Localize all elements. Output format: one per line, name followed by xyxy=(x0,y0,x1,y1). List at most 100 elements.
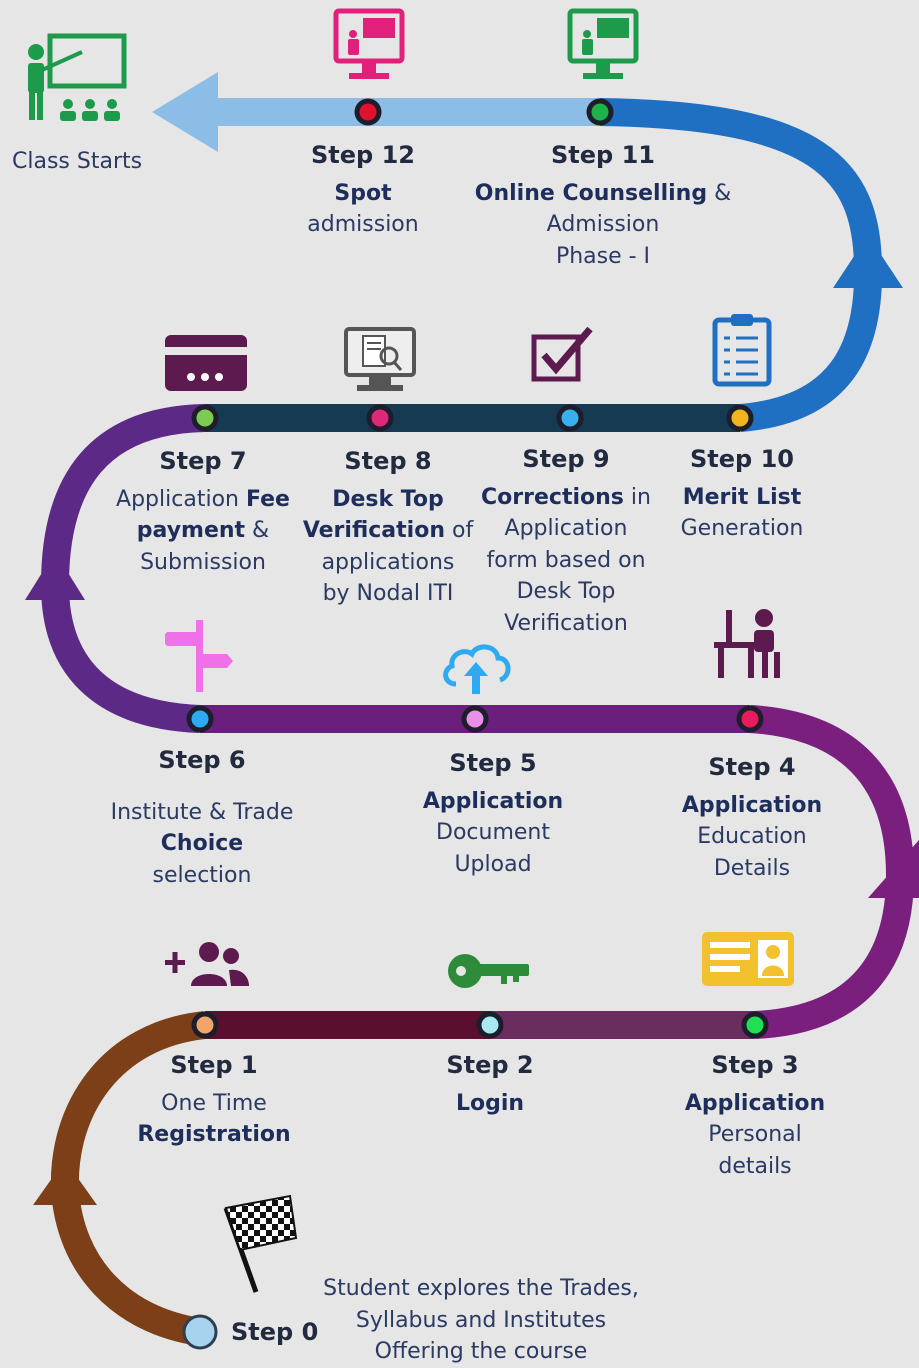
direction-arrow-up-top-right xyxy=(833,235,903,288)
step-block-step8: Step 8 Desk Top Verification of application… xyxy=(303,446,473,610)
step-marker-step10 xyxy=(726,404,754,432)
step-title: Step 2 xyxy=(446,1051,534,1079)
step-block-step0-description: Student explores the Trades, Syllabus and… xyxy=(323,1273,639,1368)
step-text: Details xyxy=(713,855,791,881)
step-title: Step 7 xyxy=(159,447,247,475)
step-keyword: Desk Top xyxy=(332,486,444,512)
step-description-line: by Nodal ITI xyxy=(303,578,473,610)
step-text: & xyxy=(245,518,270,543)
step-text: Personal xyxy=(708,1122,802,1147)
step-text: Document xyxy=(436,820,550,845)
step-keyword: Application xyxy=(422,788,564,814)
step-block-step12: Step 12 Spot admission xyxy=(307,140,418,241)
step-description-line: form based on xyxy=(481,545,651,577)
step-text: Application xyxy=(504,516,628,541)
step-description-line: Verification xyxy=(481,608,651,640)
step-marker-step1 xyxy=(191,1011,219,1039)
step-description-line: Student explores the Trades, xyxy=(323,1273,639,1305)
step-description-line: Spot xyxy=(307,178,418,210)
step-keyword: Registration xyxy=(137,1122,291,1147)
step-description-line: Details xyxy=(682,853,822,885)
step-description-line: Personal xyxy=(685,1119,825,1151)
step-text: Education xyxy=(697,824,807,849)
credit-card-icon xyxy=(165,335,247,391)
step-title: Step 8 xyxy=(344,447,432,475)
step-description-line: payment & xyxy=(116,515,290,547)
step-title: Step 0 xyxy=(231,1318,319,1346)
step-title: Step 1 xyxy=(170,1051,258,1079)
step-text: Institute & Trade xyxy=(110,799,294,825)
step-keyword: payment xyxy=(136,518,246,543)
step-description-line: Application xyxy=(685,1088,825,1120)
step-block-step1: Step 1 One Time Registration xyxy=(137,1050,290,1151)
monitor-presentation-icon xyxy=(567,8,639,79)
step-description-line: Desk Top xyxy=(303,484,473,516)
step-text: & xyxy=(707,180,732,206)
step-text: of xyxy=(444,518,474,543)
step-description-line: Application xyxy=(423,786,563,818)
id-card-icon xyxy=(702,932,794,986)
step-description-line: Syllabus and Institutes xyxy=(323,1305,639,1337)
step-block-step7: Step 7 Application Fee payment & Submission xyxy=(116,446,290,578)
step-keyword: Corrections xyxy=(481,484,624,510)
step-text: by Nodal ITI xyxy=(322,581,454,606)
step-text: Application xyxy=(116,486,246,512)
step-text: Verification xyxy=(504,610,628,636)
step-keyword: Verification xyxy=(302,518,445,543)
step-title: Step 3 xyxy=(711,1051,799,1079)
step-title: Step 10 xyxy=(690,445,794,473)
step-description-line: Application Fee xyxy=(116,484,290,516)
step-block-step6: Step 6 Institute & Trade Choice selection xyxy=(111,745,294,891)
step-marker-step9 xyxy=(556,404,584,432)
step-description-line: Document xyxy=(423,817,563,849)
step-keyword: Merit List xyxy=(682,484,802,510)
classroom-teacher-icon xyxy=(28,33,127,121)
direction-arrow-left-end xyxy=(152,72,218,152)
step-marker-step3 xyxy=(741,1011,769,1039)
step-block-step2: Step 2 Login xyxy=(446,1050,533,1119)
step-description-line: One Time xyxy=(137,1088,290,1120)
step-block-step11: Step 11 Online Counselling & Admission Phas… xyxy=(475,140,731,272)
step-description-line: applications xyxy=(303,547,473,579)
step-keyword: Online Counselling xyxy=(474,180,708,206)
step-description-line: Phase - I xyxy=(475,241,731,273)
step-text: Desk Top xyxy=(516,579,616,604)
step-block-step0-title: Step 0 xyxy=(231,1317,318,1350)
add-user-icon xyxy=(165,942,249,986)
key-icon xyxy=(448,954,529,988)
step-description-line: Education xyxy=(682,821,822,853)
step-marker-step5 xyxy=(461,705,489,733)
step-description-line: admission xyxy=(307,209,418,241)
step-title: Step 4 xyxy=(708,753,796,781)
step-block-step9: Step 9 Corrections in Application form base… xyxy=(481,444,651,639)
step-description-line: Generation xyxy=(681,513,804,545)
checkered-flag-icon xyxy=(223,1194,298,1293)
step-text: admission xyxy=(307,212,419,237)
direction-arrow-up-left xyxy=(33,1160,97,1205)
step-description-line: Login xyxy=(446,1088,533,1120)
step-title: Step 6 xyxy=(158,746,246,774)
step-block-step5: Step 5 Application Document Upload xyxy=(423,748,563,880)
clipboard-list-icon xyxy=(712,314,772,387)
step-text: Upload xyxy=(454,851,532,877)
step-text: Student explores the Trades, xyxy=(323,1276,639,1301)
step-description-line: Submission xyxy=(116,547,290,579)
step-keyword: Login xyxy=(455,1090,525,1116)
step-block-step3: Step 3 Application Personal details xyxy=(685,1050,825,1182)
step-text: in xyxy=(623,484,651,510)
step-marker-step12 xyxy=(354,98,382,126)
step-marker-step0 xyxy=(182,1314,218,1350)
step-description-line: Application xyxy=(682,790,822,822)
cloud-upload-icon xyxy=(443,644,511,694)
step-description-line: Application xyxy=(481,513,651,545)
step-description-line: Desk Top xyxy=(481,576,651,608)
step-description-line: Online Counselling & xyxy=(475,178,731,210)
step-description-line: Upload xyxy=(423,849,563,881)
checkbox-icon xyxy=(531,326,593,382)
step-marker-step8 xyxy=(366,404,394,432)
step-text: form based on xyxy=(486,547,646,573)
end-label: Class Starts xyxy=(12,149,143,174)
step-text: Submission xyxy=(140,549,266,575)
step-text: selection xyxy=(152,862,252,888)
step-keyword: Choice xyxy=(160,831,244,856)
